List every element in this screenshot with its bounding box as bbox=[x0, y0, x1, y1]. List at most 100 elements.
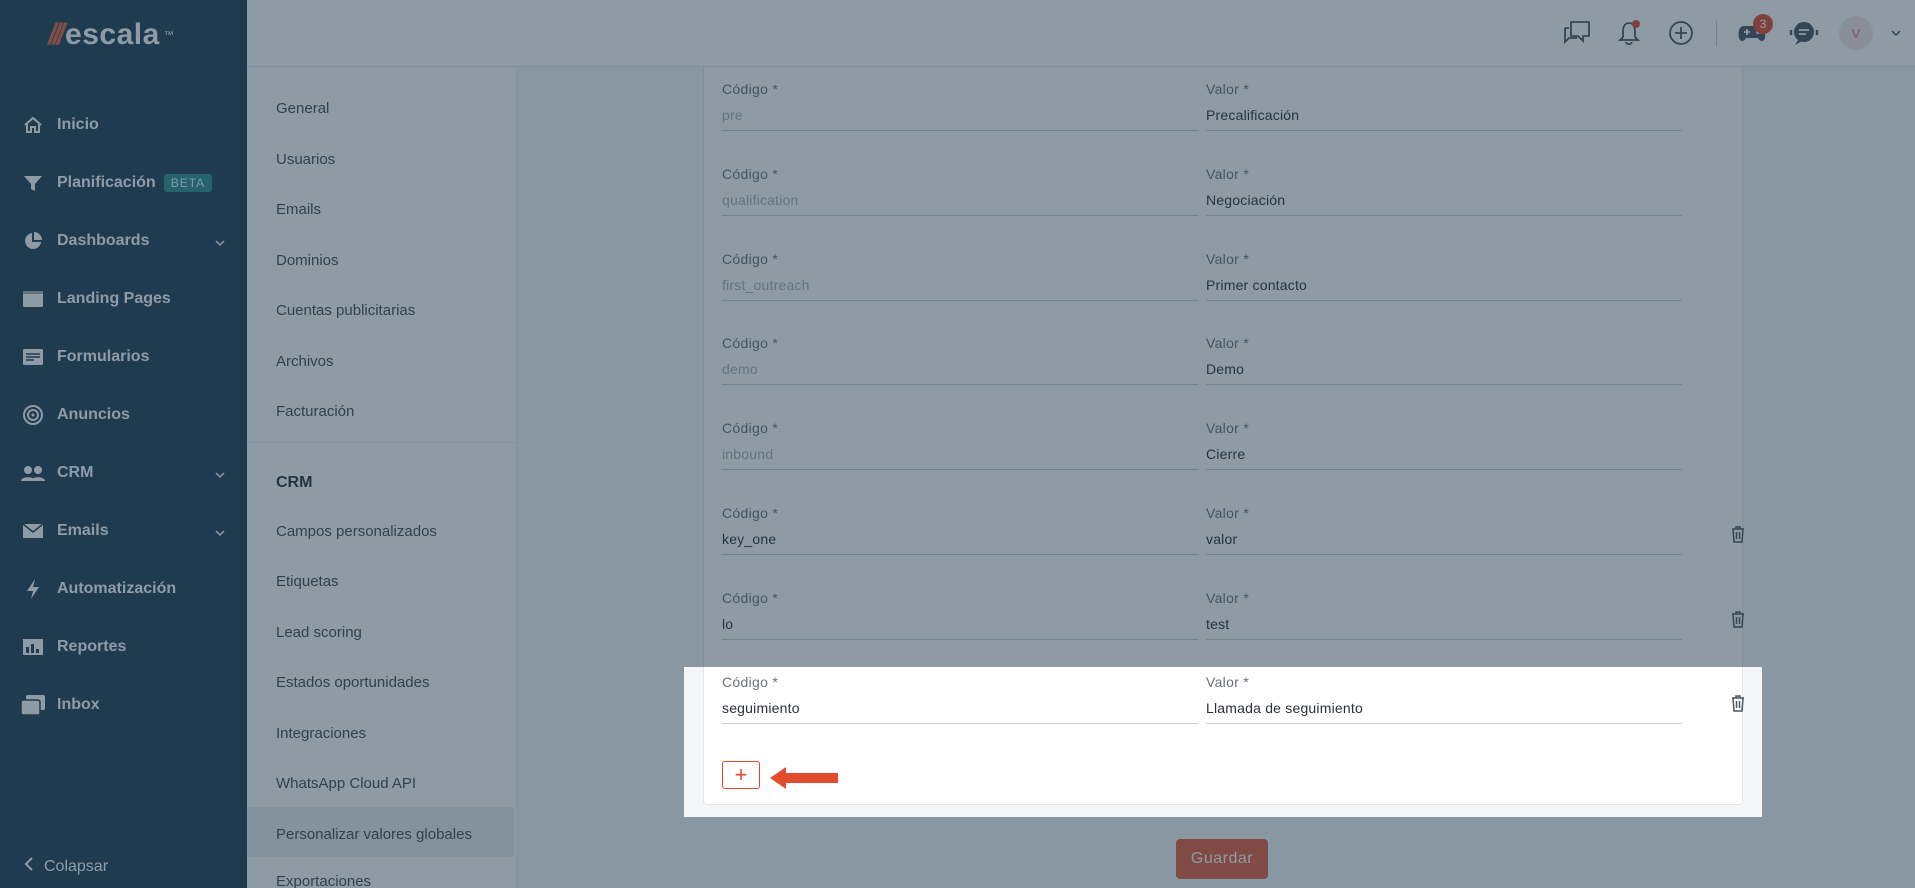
add-circle-icon[interactable] bbox=[1664, 16, 1698, 50]
pointer-arrow-icon bbox=[770, 767, 838, 789]
value-label: Valor * bbox=[1206, 505, 1250, 521]
sidebar-item-inicio[interactable]: Inicio bbox=[0, 96, 247, 154]
value-label: Valor * bbox=[1206, 420, 1250, 436]
code-field: Código * seguimiento bbox=[722, 674, 1198, 724]
topbar-actions: 3 V bbox=[1560, 14, 1901, 50]
subnav-item-facturacion[interactable]: Facturación bbox=[276, 403, 354, 420]
value-label: Valor * bbox=[1206, 674, 1250, 690]
escala-logo[interactable]: /// escala ™ bbox=[48, 18, 174, 52]
sidebar-item-landing-pages[interactable]: Landing Pages bbox=[0, 270, 247, 328]
subnav-item-general[interactable]: General bbox=[276, 100, 329, 117]
code-label: Código * bbox=[722, 505, 779, 521]
beta-badge: BETA bbox=[163, 174, 213, 192]
subnav-item-personalizar-valores-globales[interactable]: Personalizar valores globales bbox=[276, 826, 472, 843]
form-row: Código * first_outreach Valor * Primer con… bbox=[722, 251, 1722, 311]
subnav-item-campos-personalizados[interactable]: Campos personalizados bbox=[276, 523, 437, 540]
subnav-item-integraciones[interactable]: Integraciones bbox=[276, 725, 366, 742]
trash-icon[interactable] bbox=[1730, 525, 1752, 547]
chevron-down-icon bbox=[215, 234, 225, 252]
subnav-item-dominios[interactable]: Dominios bbox=[276, 252, 339, 269]
window-icon bbox=[20, 288, 46, 310]
sidebar-item-dashboards[interactable]: Dashboards bbox=[0, 212, 247, 270]
home-icon bbox=[20, 114, 46, 136]
value-input[interactable]: Precalificación bbox=[1206, 101, 1682, 131]
bell-icon[interactable] bbox=[1612, 16, 1646, 50]
notification-count-badge: 3 bbox=[1753, 14, 1773, 34]
sidebar-item-reportes[interactable]: Reportes bbox=[0, 618, 247, 676]
code-input: qualification bbox=[722, 186, 1198, 216]
save-button[interactable]: Guardar bbox=[1176, 839, 1268, 879]
value-field: Valor * valor bbox=[1206, 505, 1682, 555]
chevron-left-icon bbox=[24, 857, 34, 876]
sidebar-item-crm[interactable]: CRM bbox=[0, 444, 247, 502]
value-field: Valor * Cierre bbox=[1206, 420, 1682, 470]
sidebar: /// escala ™ Inicio Planificación BETA Da… bbox=[0, 0, 247, 888]
logo-mark-icon: /// bbox=[48, 18, 65, 51]
gamepad-icon[interactable]: 3 bbox=[1735, 14, 1773, 50]
code-input[interactable]: seguimiento bbox=[722, 694, 1198, 724]
sidebar-item-anuncios[interactable]: Anuncios bbox=[0, 386, 247, 444]
code-label: Código * bbox=[722, 420, 779, 436]
value-input[interactable]: test bbox=[1206, 610, 1682, 640]
code-field: Código * key_one bbox=[722, 505, 1198, 555]
chevron-down-icon bbox=[215, 466, 225, 484]
code-input[interactable]: lo bbox=[722, 610, 1198, 640]
subnav-item-emails[interactable]: Emails bbox=[276, 201, 321, 218]
report-icon bbox=[20, 636, 46, 658]
code-label: Código * bbox=[722, 81, 779, 97]
value-input[interactable]: Primer contacto bbox=[1206, 271, 1682, 301]
code-field: Código * first_outreach bbox=[722, 251, 1198, 301]
bolt-icon bbox=[20, 578, 46, 600]
subnav-item-whatsapp-cloud-api[interactable]: WhatsApp Cloud API bbox=[276, 775, 416, 792]
collapse-label: Colapsar bbox=[44, 857, 109, 875]
value-input[interactable]: Cierre bbox=[1206, 440, 1682, 470]
sidebar-item-formularios[interactable]: Formularios bbox=[0, 328, 247, 386]
chevron-down-icon bbox=[215, 524, 225, 542]
subnav-item-lead-scoring[interactable]: Lead scoring bbox=[276, 624, 362, 641]
form-row: Código * inbound Valor * Cierre bbox=[722, 420, 1722, 480]
value-field: Valor * Demo bbox=[1206, 335, 1682, 385]
trash-icon[interactable] bbox=[1730, 610, 1752, 632]
chat-support-icon[interactable] bbox=[1787, 16, 1821, 50]
collapse-button[interactable]: Colapsar bbox=[24, 857, 108, 876]
subnav-item-archivos[interactable]: Archivos bbox=[276, 353, 334, 370]
code-label: Código * bbox=[722, 166, 779, 182]
subnav-item-etiquetas[interactable]: Etiquetas bbox=[276, 573, 339, 590]
value-label: Valor * bbox=[1206, 251, 1250, 267]
sidebar-item-emails[interactable]: Emails bbox=[0, 502, 247, 560]
sidebar-item-automatizacion[interactable]: Automatización bbox=[0, 560, 247, 618]
subnav-item-exportaciones[interactable]: Exportaciones bbox=[276, 873, 371, 888]
brand-name: escala bbox=[65, 18, 160, 51]
value-input[interactable]: Llamada de seguimiento bbox=[1206, 694, 1682, 724]
sidebar-item-label: Planificación bbox=[57, 174, 156, 191]
sidebar-item-label: Anuncios bbox=[57, 406, 130, 423]
sidebar-item-inbox[interactable]: Inbox bbox=[0, 676, 247, 734]
subnav-item-estados-oportunidades[interactable]: Estados oportunidades bbox=[276, 674, 429, 691]
value-input[interactable]: Demo bbox=[1206, 355, 1682, 385]
topbar: 3 V bbox=[247, 0, 1915, 67]
subnav-item-cuentas-publicitarias[interactable]: Cuentas publicitarias bbox=[276, 302, 415, 319]
sidebar-item-planificacion[interactable]: Planificación BETA bbox=[0, 154, 247, 212]
add-row-button[interactable]: + bbox=[722, 761, 760, 789]
form-row: Código * pre Valor * Precalificación bbox=[722, 81, 1722, 141]
target-icon bbox=[20, 404, 46, 426]
code-input[interactable]: key_one bbox=[722, 525, 1198, 555]
code-input: first_outreach bbox=[722, 271, 1198, 301]
sidebar-item-label: Automatización bbox=[57, 580, 177, 597]
sidebar-item-label: Reportes bbox=[57, 638, 127, 655]
conversations-icon[interactable] bbox=[1560, 16, 1594, 50]
users-icon bbox=[20, 462, 46, 484]
code-label: Código * bbox=[722, 674, 779, 690]
value-input[interactable]: Negociación bbox=[1206, 186, 1682, 216]
subnav-item-usuarios[interactable]: Usuarios bbox=[276, 151, 335, 168]
sidebar-item-label: Emails bbox=[57, 522, 109, 539]
avatar[interactable]: V bbox=[1839, 16, 1873, 50]
chevron-down-icon[interactable] bbox=[1891, 24, 1901, 42]
form-row: Código * qualification Valor * Negociación bbox=[722, 166, 1722, 226]
inbox-icon bbox=[20, 694, 46, 716]
form-row: Código * key_one Valor * valor bbox=[722, 505, 1744, 565]
value-input[interactable]: valor bbox=[1206, 525, 1682, 555]
trash-icon[interactable] bbox=[1730, 694, 1752, 716]
sidebar-item-label: Formularios bbox=[57, 348, 150, 365]
value-field: Valor * Primer contacto bbox=[1206, 251, 1682, 301]
